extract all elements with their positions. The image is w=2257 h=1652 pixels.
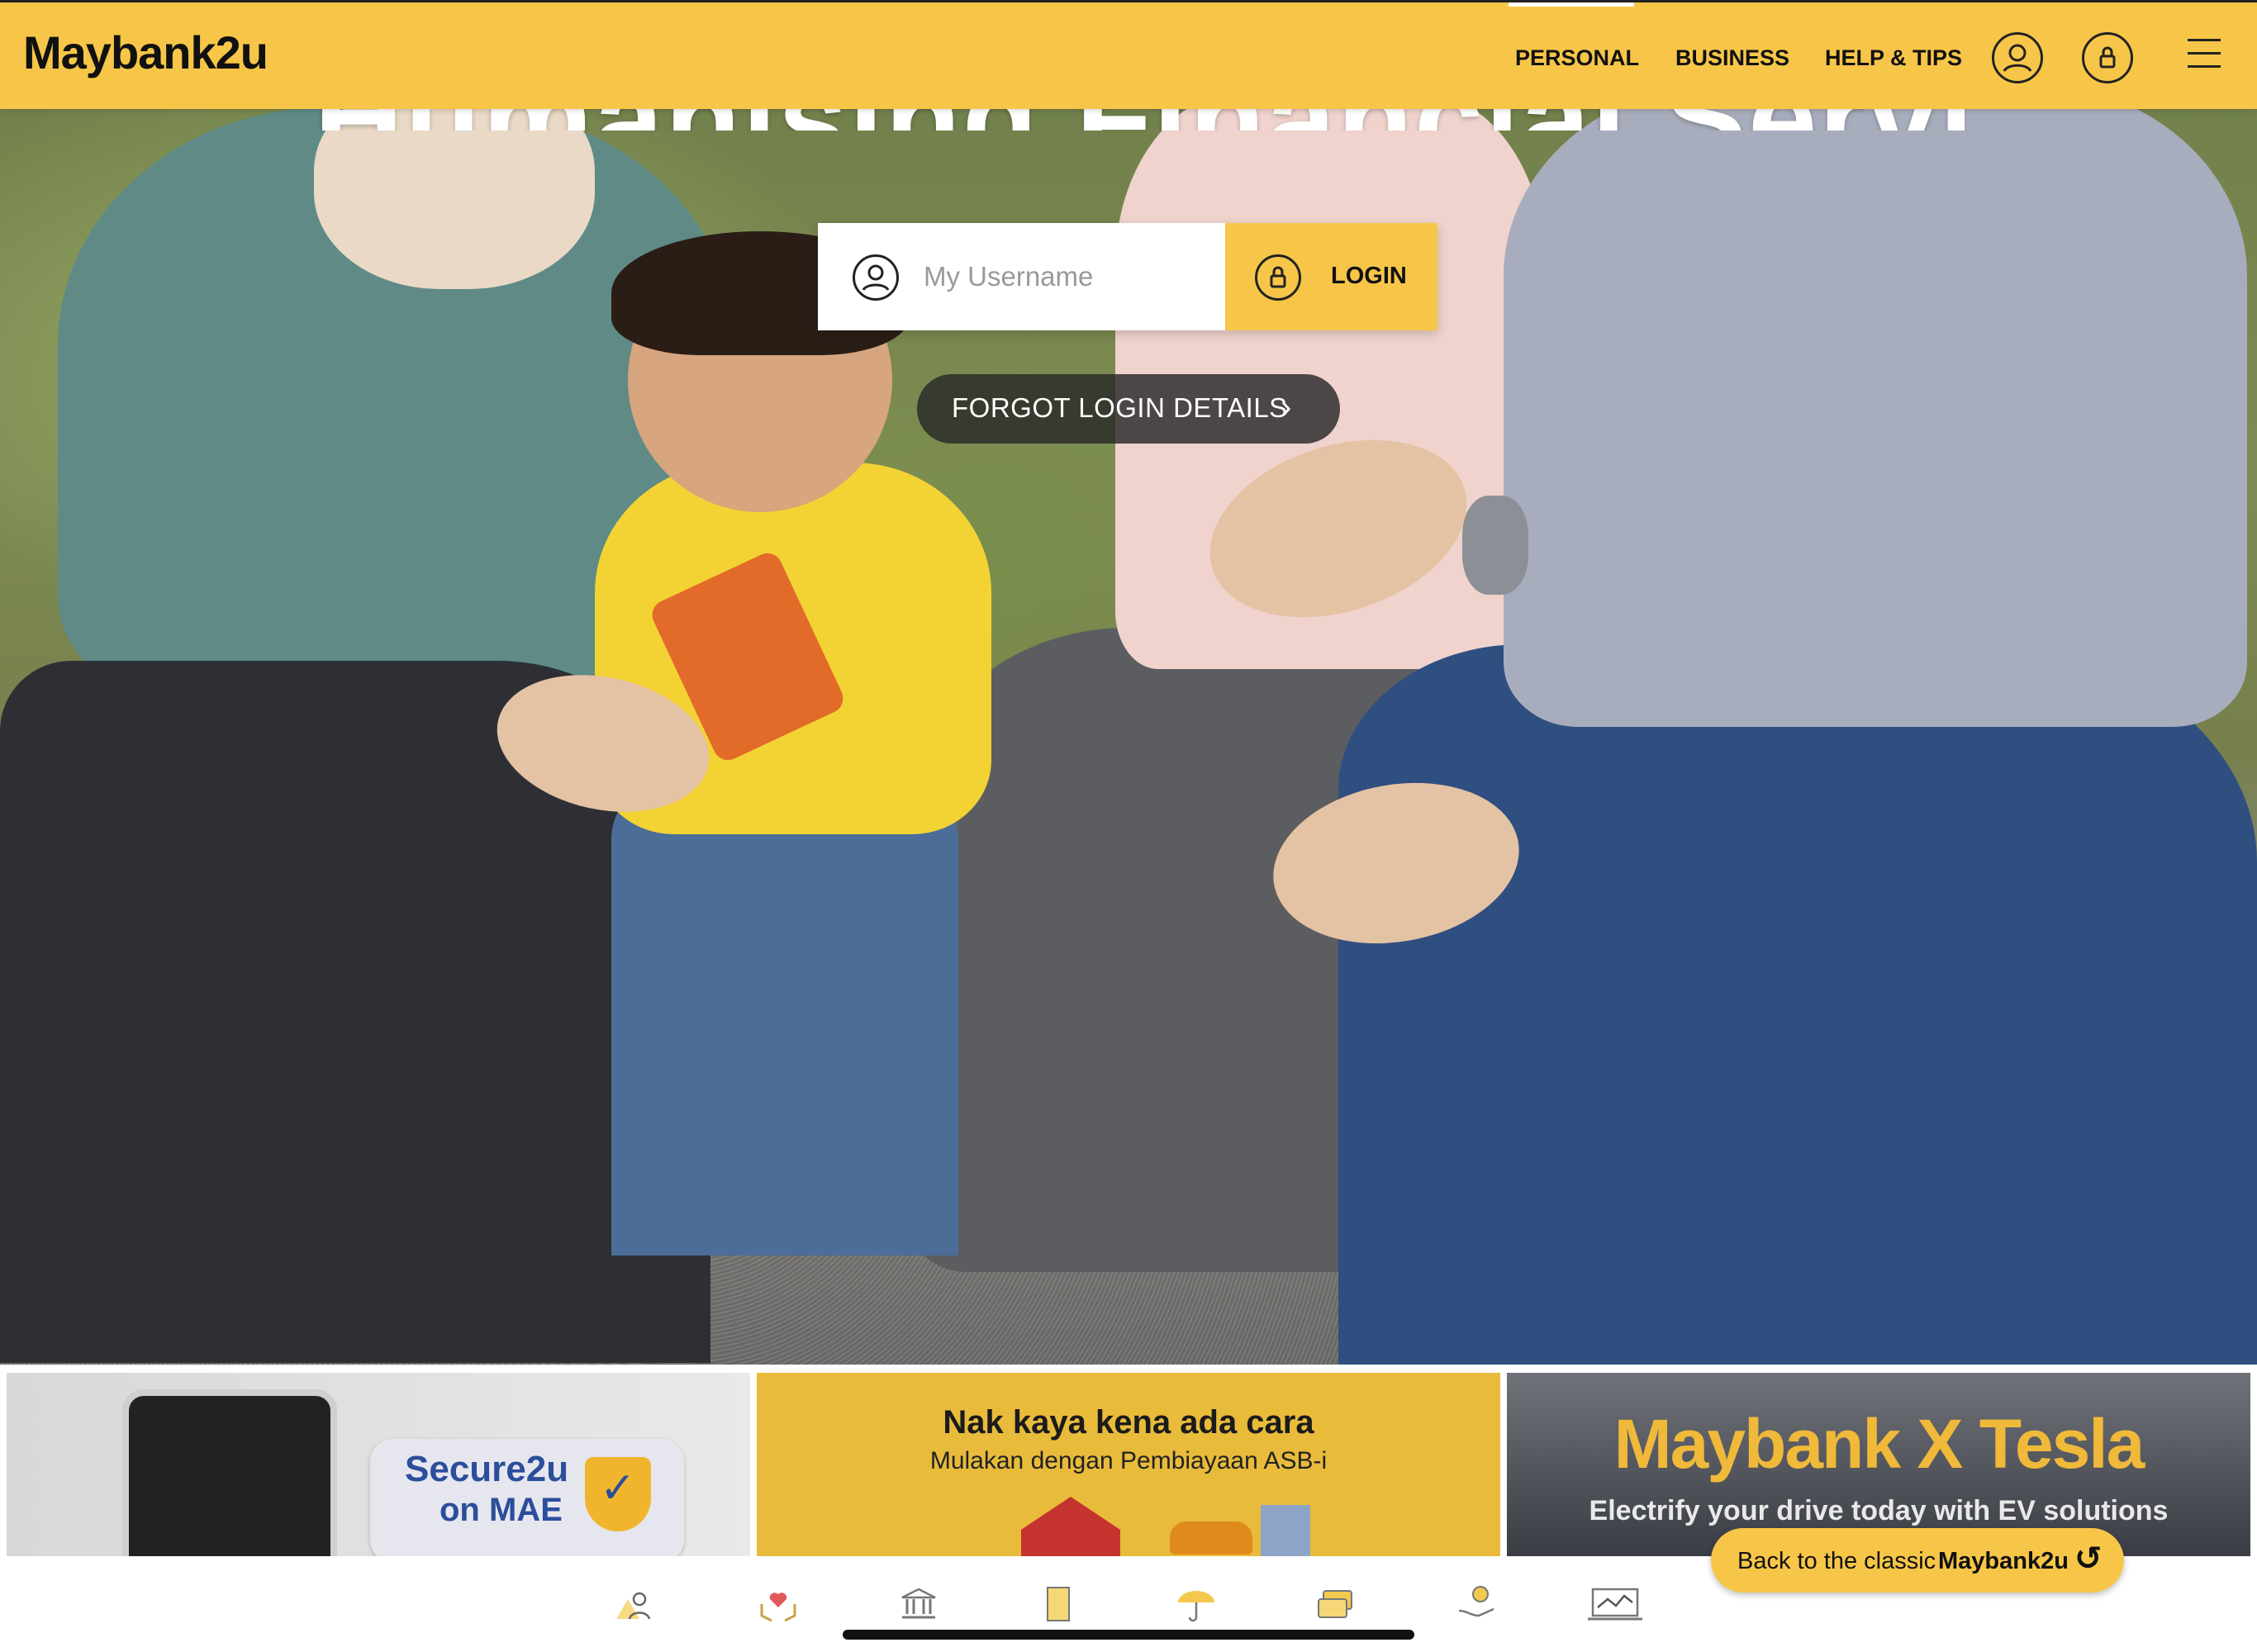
banner-title: Nak kaya kena ada cara bbox=[943, 1404, 1314, 1441]
classic-brand: Maybank2u bbox=[1938, 1548, 2069, 1574]
lock-icon bbox=[1255, 254, 1301, 301]
book-icon[interactable] bbox=[1038, 1583, 1081, 1626]
nav-business[interactable]: BUSINESS bbox=[1675, 45, 1789, 71]
building-illustration bbox=[1261, 1505, 1310, 1556]
banner-title: Secure2u bbox=[405, 1449, 569, 1489]
chevron-right-icon: › bbox=[1281, 389, 1292, 425]
username-field-wrapper bbox=[818, 223, 1225, 330]
active-nav-indicator bbox=[1509, 2, 1634, 7]
undo-icon: ↺ bbox=[2074, 1540, 2103, 1577]
banner-title: Maybank X Tesla bbox=[1613, 1405, 2145, 1483]
banner-subtitle: Electrify your drive today with EV solut… bbox=[1589, 1495, 2169, 1526]
login-panel: LOGIN bbox=[818, 223, 1437, 330]
user-icon bbox=[853, 254, 899, 301]
menu-icon[interactable] bbox=[2188, 39, 2221, 69]
coin-hand-icon[interactable] bbox=[1456, 1583, 1499, 1626]
maybank2u-logo[interactable]: Maybank2u bbox=[23, 26, 268, 79]
house-illustration bbox=[1021, 1497, 1120, 1556]
banner-asb-i[interactable]: Nak kaya kena ada cara Mulakan dengan Pe… bbox=[757, 1373, 1500, 1556]
child-jeans bbox=[611, 793, 958, 1256]
username-input[interactable] bbox=[924, 248, 1213, 306]
user-icon[interactable] bbox=[1992, 32, 2043, 83]
secure2u-badge: Secure2u on MAE ✓ bbox=[370, 1439, 684, 1556]
login-button-label: LOGIN bbox=[1331, 263, 1407, 289]
man-shirt bbox=[1504, 83, 2247, 727]
shield-check-icon: ✓ bbox=[585, 1457, 651, 1531]
forgot-login-label: FORGOT LOGIN DETAILS bbox=[952, 392, 1288, 423]
maybank2u-page: { "app": {"logo": "Maybank2u"}, "header"… bbox=[0, 0, 2257, 1652]
laptop-chart-icon[interactable] bbox=[1586, 1583, 1644, 1626]
login-button[interactable]: LOGIN bbox=[1225, 223, 1437, 330]
banner-subtitle: Mulakan dengan Pembiayaan ASB-i bbox=[929, 1447, 1328, 1474]
back-to-classic-button[interactable]: Back to the classic Maybank2u ↺ bbox=[1711, 1528, 2124, 1593]
nav-personal[interactable]: PERSONAL bbox=[1515, 45, 1639, 71]
wristwatch bbox=[1462, 496, 1528, 595]
classic-prefix: Back to the classic bbox=[1737, 1548, 1936, 1574]
top-header: Maybank2u PERSONAL BUSINESS HELP & TIPS bbox=[0, 0, 2257, 109]
forgot-login-button[interactable]: FORGOT LOGIN DETAILS › bbox=[917, 374, 1340, 444]
card-icon[interactable] bbox=[1315, 1583, 1358, 1626]
nav-help-tips[interactable]: HELP & TIPS bbox=[1825, 45, 1962, 71]
heart-hands-icon[interactable] bbox=[757, 1583, 800, 1626]
hero-image: Humanising Financial Services bbox=[0, 0, 2257, 1365]
people-shield-icon[interactable] bbox=[613, 1583, 656, 1626]
banner-subtitle: on MAE bbox=[440, 1492, 563, 1528]
home-indicator[interactable] bbox=[843, 1630, 1414, 1640]
car-illustration bbox=[1170, 1521, 1252, 1555]
banner-secure2u[interactable]: Secure2u on MAE ✓ bbox=[7, 1373, 750, 1556]
lock-icon[interactable] bbox=[2082, 32, 2133, 83]
man-jeans bbox=[1338, 644, 2257, 1365]
bank-icon[interactable] bbox=[897, 1583, 940, 1626]
phone-image bbox=[122, 1389, 337, 1556]
umbrella-icon[interactable] bbox=[1175, 1583, 1218, 1626]
